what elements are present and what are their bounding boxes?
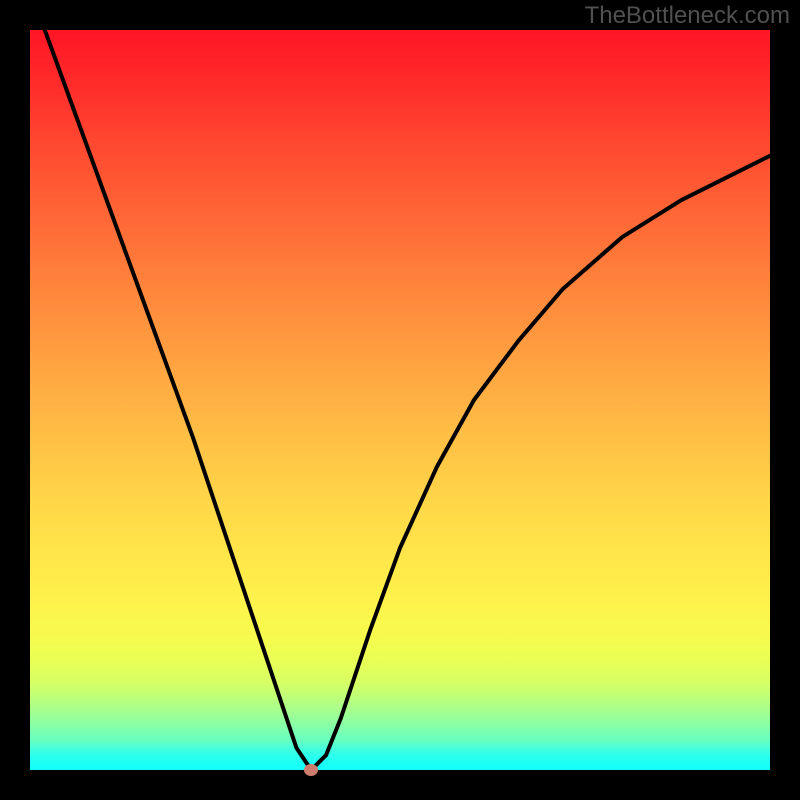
plot-area [30, 30, 770, 770]
bottleneck-curve [30, 30, 770, 770]
optimal-point-marker [304, 764, 318, 776]
watermark-text: TheBottleneck.com [585, 2, 790, 30]
